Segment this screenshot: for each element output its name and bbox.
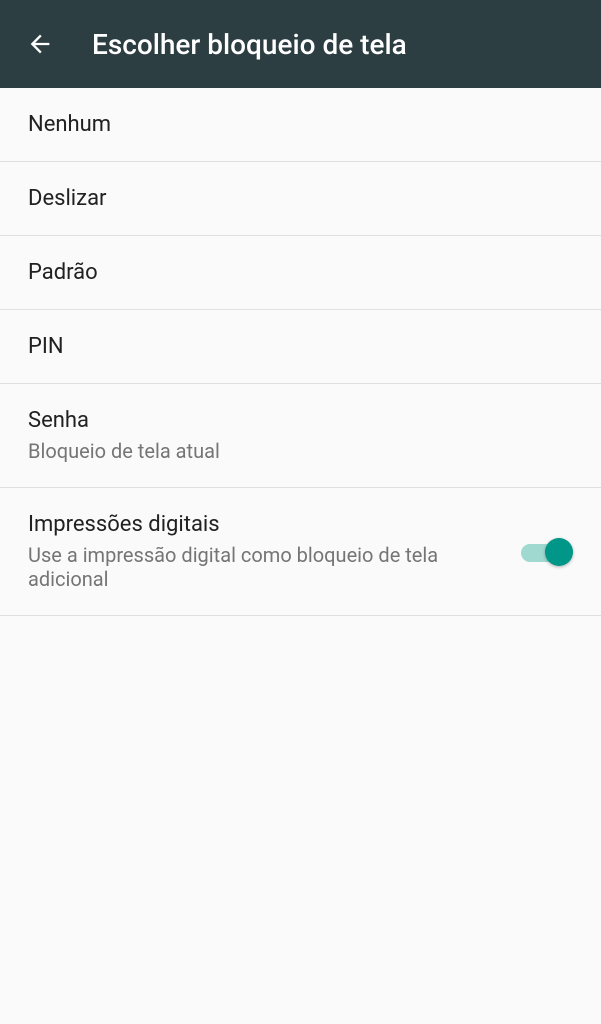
option-fingerprint-text: Impressões digitais Use a impressão digi… bbox=[28, 512, 521, 591]
option-fingerprint-subtitle: Use a impressão digital como bloqueio de… bbox=[28, 543, 501, 591]
option-pattern-label: Padrão bbox=[28, 260, 573, 285]
option-password-label: Senha bbox=[28, 408, 573, 433]
option-pattern[interactable]: Padrão bbox=[0, 236, 601, 310]
app-bar: Escolher bloqueio de tela bbox=[0, 0, 601, 88]
option-fingerprint-label: Impressões digitais bbox=[28, 512, 501, 537]
switch-thumb bbox=[545, 538, 573, 566]
arrow-back-icon bbox=[26, 30, 54, 58]
option-none[interactable]: Nenhum bbox=[0, 88, 601, 162]
option-password[interactable]: Senha Bloqueio de tela atual bbox=[0, 384, 601, 488]
option-swipe-label: Deslizar bbox=[28, 186, 573, 211]
option-password-subtitle: Bloqueio de tela atual bbox=[28, 439, 573, 463]
back-button[interactable] bbox=[20, 24, 60, 64]
page-title: Escolher bloqueio de tela bbox=[92, 28, 407, 61]
option-fingerprint[interactable]: Impressões digitais Use a impressão digi… bbox=[0, 488, 601, 616]
option-pin[interactable]: PIN bbox=[0, 310, 601, 384]
option-pin-label: PIN bbox=[28, 334, 573, 359]
option-swipe[interactable]: Deslizar bbox=[0, 162, 601, 236]
fingerprint-toggle[interactable] bbox=[521, 536, 573, 568]
option-none-label: Nenhum bbox=[28, 112, 573, 137]
settings-list: Nenhum Deslizar Padrão PIN Senha Bloquei… bbox=[0, 88, 601, 616]
